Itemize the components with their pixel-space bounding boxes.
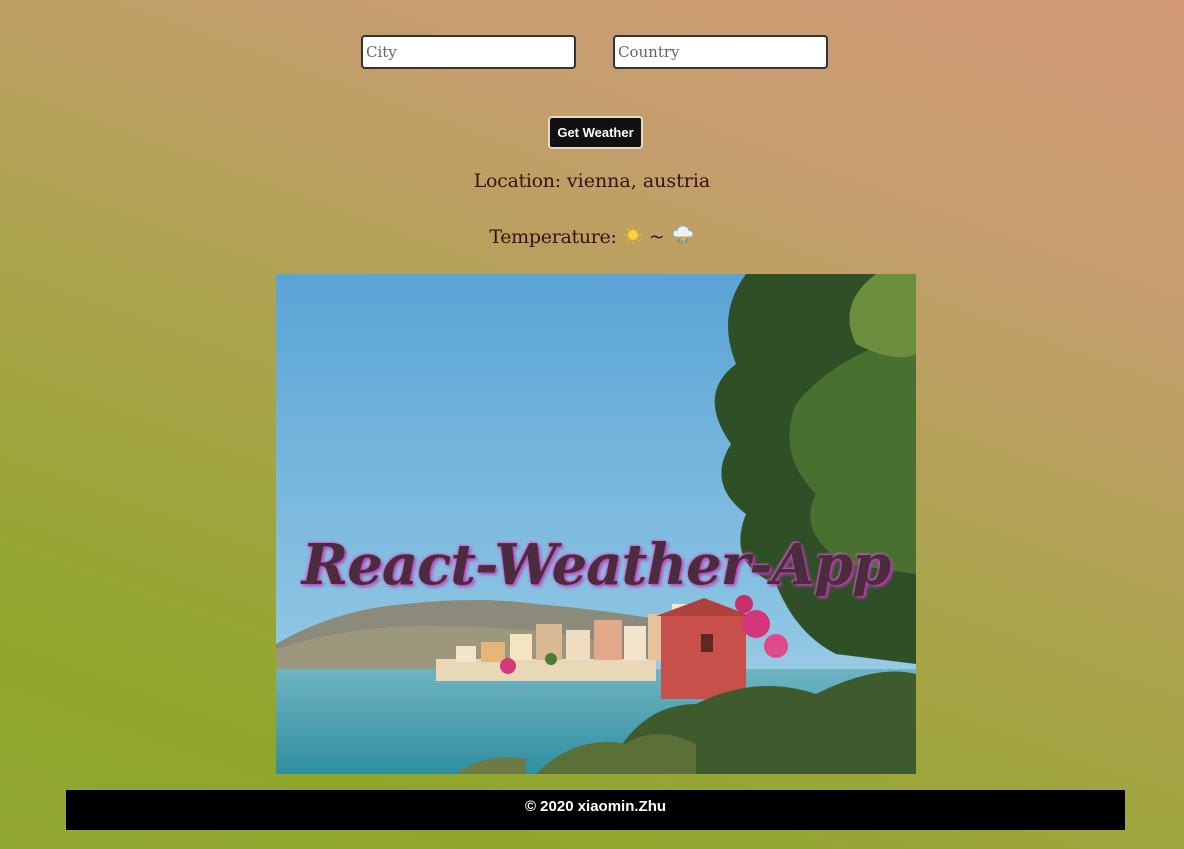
temperature-line: Temperature: ~ [0,224,1184,251]
temperature-separator: ~ [648,226,665,248]
country-input[interactable] [613,35,828,69]
location-line: Location: vienna, austria [0,170,1184,192]
hero-image: React-Weather-App [276,274,916,774]
temperature-label: Temperature: [489,226,617,248]
sun-icon [623,225,643,250]
city-input[interactable] [361,35,576,69]
footer-copyright: © 2020 xiaomin.Zhu [524,798,667,815]
hero-banner-text: React-Weather-App [301,532,892,598]
location-label: Location: [473,170,561,192]
footer: © 2020 xiaomin.Zhu [66,790,1125,830]
cloud-rain-icon [671,224,695,251]
get-weather-button[interactable]: Get Weather [548,116,643,149]
location-value: vienna, austria [566,170,711,192]
